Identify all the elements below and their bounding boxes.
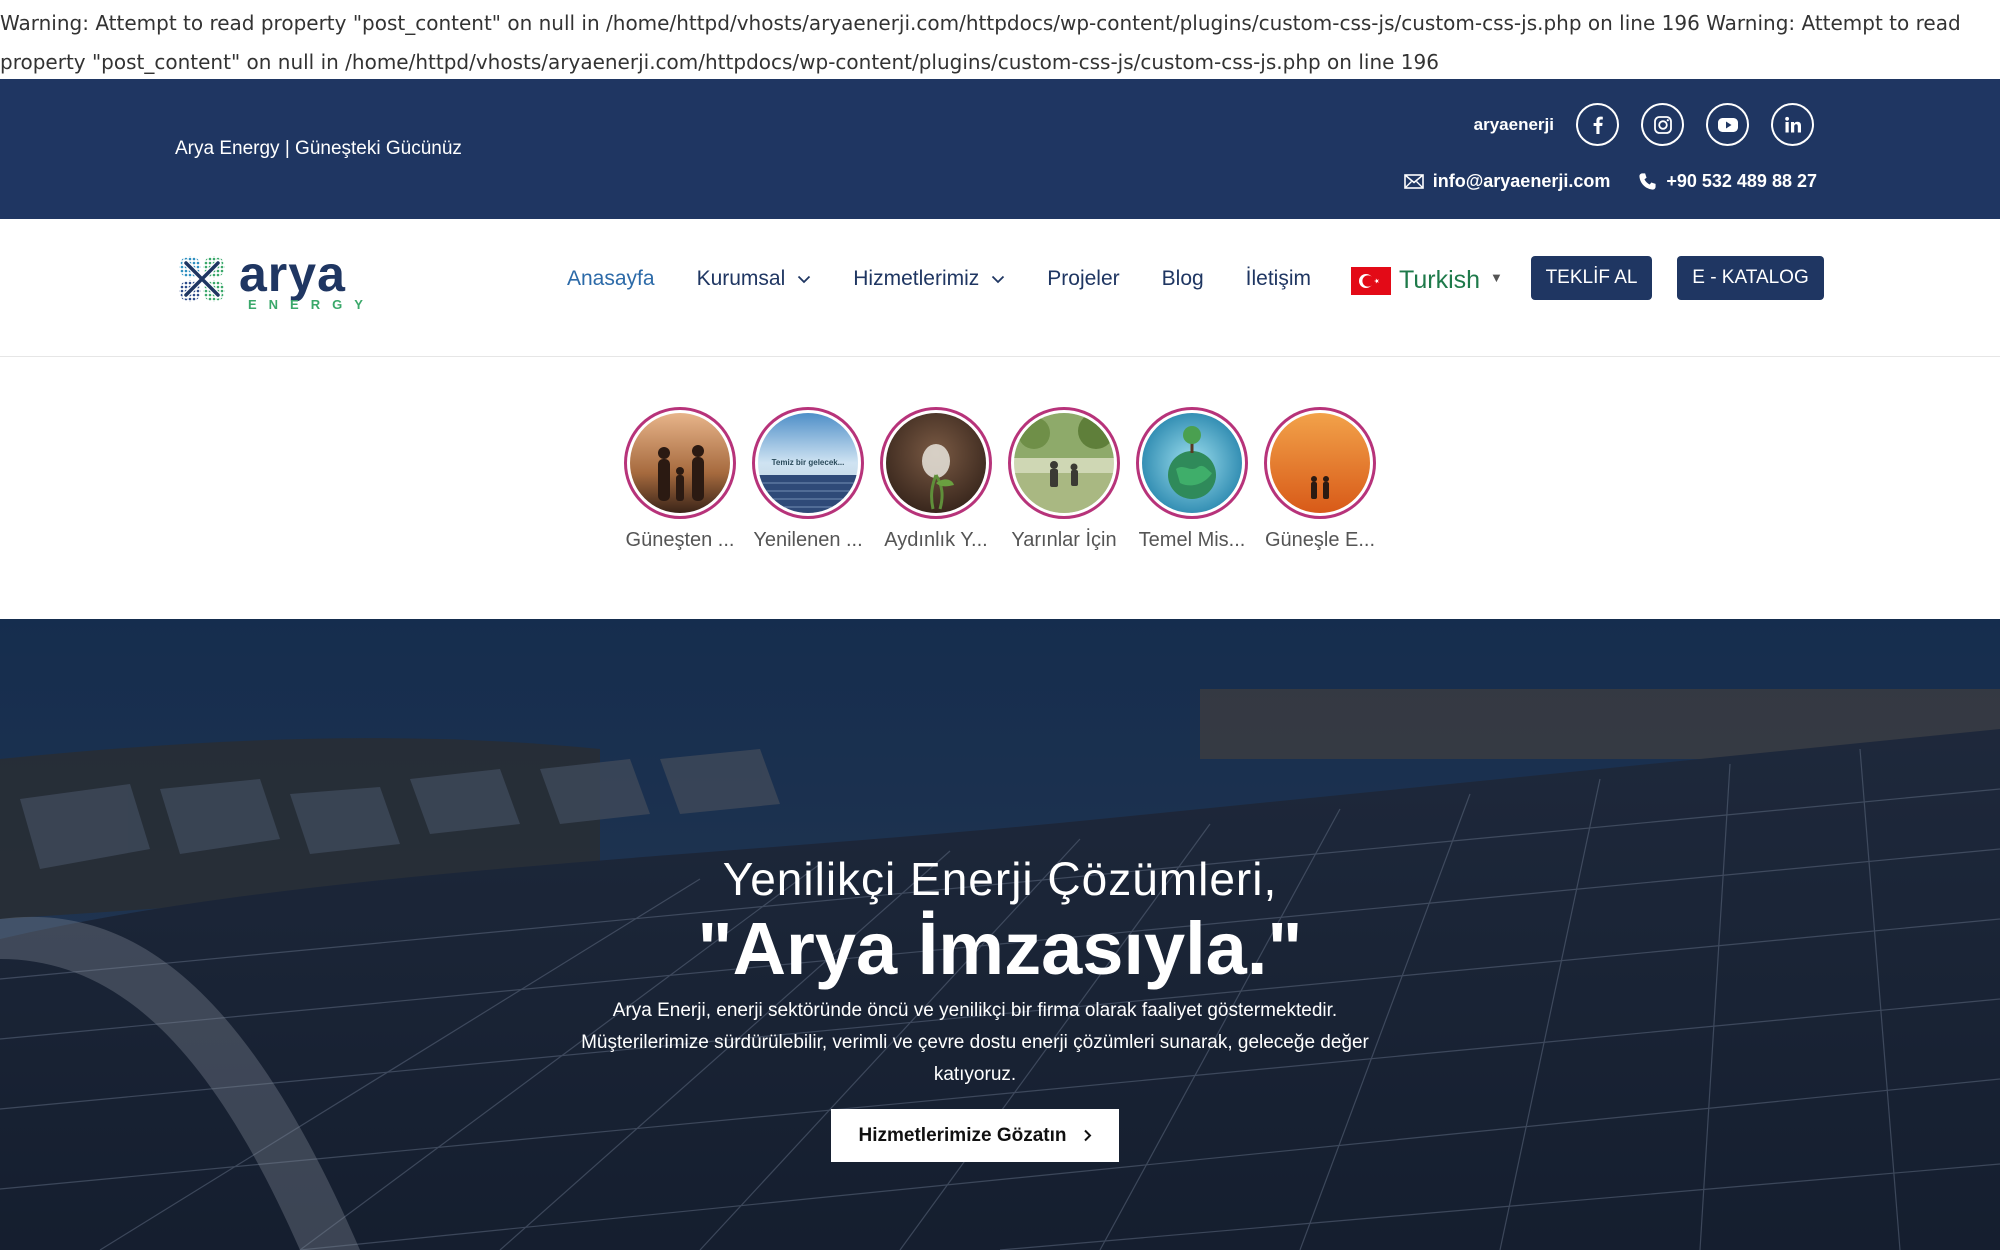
nav-label: Kurumsal <box>696 267 786 290</box>
story-item[interactable]: Güneşle E... <box>1264 407 1376 552</box>
quote-button[interactable]: TEKLİF AL <box>1531 256 1652 300</box>
hero-description: Arya Enerji, enerji sektöründe öncü ve y… <box>581 1000 1369 1085</box>
green-globe-image <box>1142 413 1242 513</box>
nav-item-kurumsal[interactable]: Kurumsal <box>697 267 812 291</box>
sunset-couple-image <box>1270 413 1370 513</box>
hero-section: Yenilikçi Enerji Çözümleri, "Arya İmzası… <box>0 619 2000 1250</box>
story-caption: Yarınlar İçin <box>1011 529 1117 551</box>
nav-item-projeler[interactable]: Projeler <box>1047 267 1119 291</box>
chevron-down-icon <box>798 275 811 283</box>
story-item[interactable]: Güneşten ... <box>624 407 736 552</box>
bulb-plant-image <box>886 413 986 513</box>
phone-icon <box>1639 173 1656 190</box>
phone-text: +90 532 489 88 27 <box>1666 171 1817 191</box>
youtube-icon[interactable] <box>1706 103 1749 146</box>
caret-down-icon: ▼ <box>1490 270 1503 285</box>
chevron-down-icon <box>992 275 1005 283</box>
nav-label: Projeler <box>1047 267 1120 290</box>
story-item[interactable]: Aydınlık Y... <box>880 407 992 552</box>
story-item[interactable]: Temel Mis... <box>1136 407 1248 552</box>
nav-item-blog[interactable]: Blog <box>1162 267 1204 291</box>
story-caption: Temel Mis... <box>1138 529 1246 551</box>
logo-sub: ENERGY <box>248 297 375 312</box>
facebook-icon[interactable] <box>1576 103 1619 146</box>
mail-icon <box>1403 174 1424 189</box>
nav-label: Hizmetlerimiz <box>853 267 980 290</box>
contact-info: info@aryaenerji.com +90 532 489 88 27 <box>1403 171 1817 192</box>
php-warning-text: Warning: Attempt to read property "post_… <box>0 11 1961 74</box>
social-links: aryaenerji <box>1474 103 1814 146</box>
arya-energy-logo[interactable]: arya ENERGY <box>176 246 390 313</box>
story-caption: Aydınlık Y... <box>884 529 988 551</box>
solar-sky-image: Temiz bir gelecek... <box>758 413 858 513</box>
instagram-icon[interactable] <box>1641 103 1684 146</box>
email-text: info@aryaenerji.com <box>1432 171 1611 191</box>
phone-link[interactable]: +90 532 489 88 27 <box>1638 171 1817 192</box>
nav-item-iletisim[interactable]: İletişim <box>1246 267 1311 291</box>
story-caption: Güneşten ... <box>625 529 735 551</box>
tagline: Arya Energy | Güneşteki Gücünüz <box>175 138 462 159</box>
social-handle[interactable]: aryaenerji <box>1474 115 1554 135</box>
hero-title: "Arya İmzasıyla." <box>697 907 1303 990</box>
nav-label: Anasayfa <box>567 267 655 290</box>
turkey-flag-icon <box>1351 266 1391 295</box>
story-item[interactable]: Yarınlar İçin <box>1008 407 1120 552</box>
hero-subtitle: Yenilikçi Enerji Çözümleri, <box>722 853 1278 905</box>
nav-label: Blog <box>1161 267 1204 290</box>
children-field-image <box>1014 413 1114 513</box>
story-item[interactable]: Temiz bir gelecek... Yenilenen ... <box>752 407 864 552</box>
nav-item-hizmetlerimiz[interactable]: Hizmetlerimiz <box>853 267 1005 291</box>
email-link[interactable]: info@aryaenerji.com <box>1403 171 1611 192</box>
cta-label: Hizmetlerimize Gözatın <box>858 1124 1067 1146</box>
family-sunset-image <box>630 413 730 513</box>
language-label: Turkish <box>1399 266 1481 294</box>
stories-row: Güneşten ... Temiz bir gelecek... Yenile… <box>624 407 1376 552</box>
nav-item-anasayfa[interactable]: Anasayfa <box>567 267 655 291</box>
story-caption: Güneşle E... <box>1264 529 1376 551</box>
language-selector[interactable]: Turkish ▼ <box>1351 266 1503 295</box>
logo-word: arya <box>239 253 346 302</box>
main-nav: Anasayfa Kurumsal Hizmetlerimiz Projeler… <box>567 219 1311 339</box>
nav-label: İletişim <box>1245 267 1312 290</box>
linkedin-icon[interactable] <box>1771 103 1814 146</box>
services-cta-button[interactable]: Hizmetlerimize Gözatın <box>831 1109 1119 1162</box>
chevron-right-icon <box>1083 1129 1091 1142</box>
story-caption: Yenilenen ... <box>753 529 863 551</box>
catalog-button[interactable]: E - KATALOG <box>1677 256 1824 300</box>
story-image-text: Temiz bir gelecek... <box>772 458 845 467</box>
top-bar: Arya Energy | Güneşteki Gücünüz aryaener… <box>0 79 2000 219</box>
